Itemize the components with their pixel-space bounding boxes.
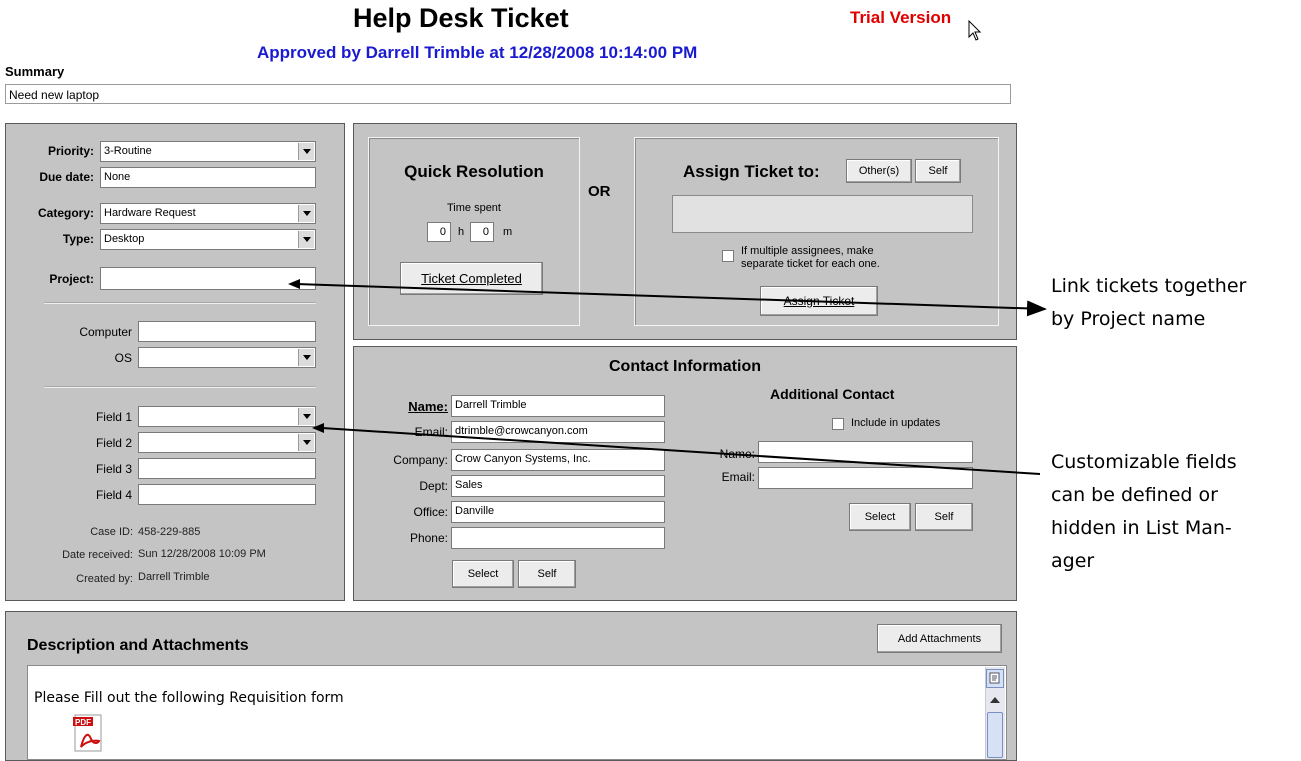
- fields-callout-arrow: [321, 427, 1041, 475]
- project-callout-line1: Link tickets together: [1051, 275, 1247, 297]
- callout-arrows: [288, 279, 1047, 475]
- fields-callout: Customizable fields can be defined or hi…: [1051, 446, 1237, 578]
- fields-callout-line2: can be defined or: [1051, 484, 1218, 506]
- fields-arrowhead: [312, 423, 324, 433]
- fields-callout-line4: ager: [1051, 550, 1095, 572]
- fields-callout-line1: Customizable fields: [1051, 451, 1237, 473]
- project-callout-arrow: [295, 283, 1047, 317]
- project-arrowhead: [288, 279, 300, 289]
- fields-callout-line3: hidden in List Man-: [1051, 517, 1232, 539]
- project-callout: Link tickets together by Project name: [1051, 270, 1246, 336]
- project-callout-line2: by Project name: [1051, 308, 1206, 330]
